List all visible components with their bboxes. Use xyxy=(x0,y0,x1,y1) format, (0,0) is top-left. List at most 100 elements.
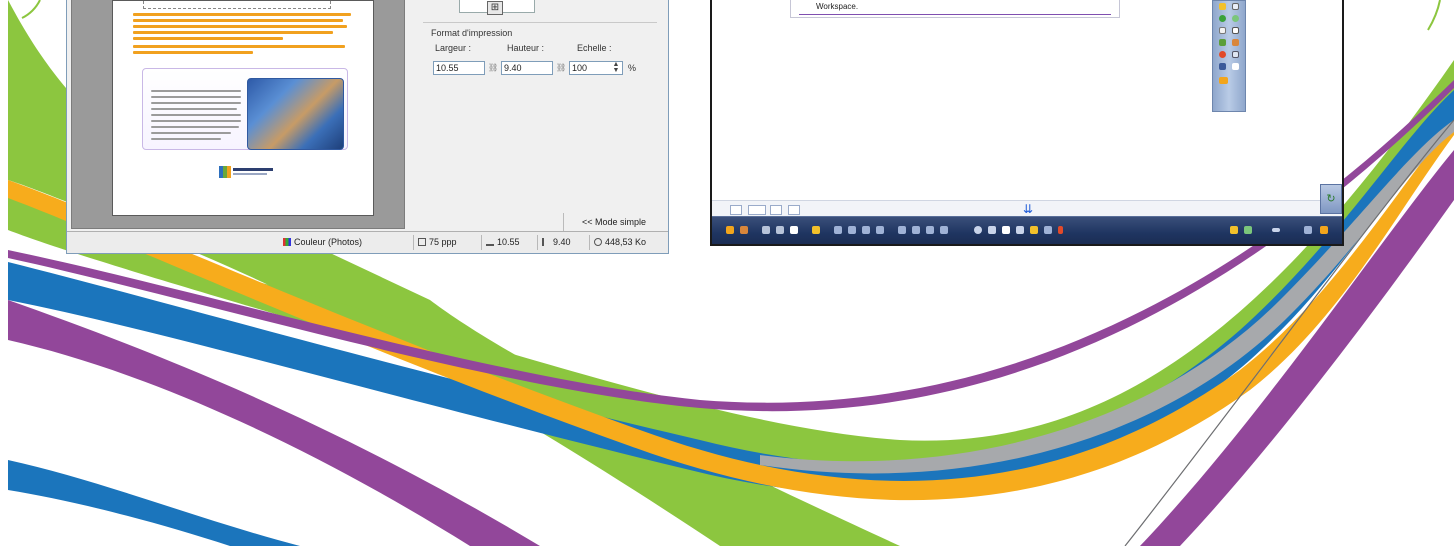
pen-tool-icon[interactable] xyxy=(1219,3,1226,10)
record-tool-icon[interactable] xyxy=(1219,51,1226,58)
toolbar-pen-icon[interactable] xyxy=(812,226,820,234)
toolbar-media-icon[interactable] xyxy=(912,226,920,234)
page-bullet-line xyxy=(151,96,241,98)
toolbar-find-icon[interactable] xyxy=(848,226,856,234)
height-icon xyxy=(542,238,550,246)
scan-preview-area[interactable] xyxy=(71,0,405,229)
green-line-top-left xyxy=(21,0,41,19)
section-divider xyxy=(423,22,657,23)
file-size-status: 448,53 Ko xyxy=(589,235,655,250)
toolbar-open-icon[interactable] xyxy=(740,226,748,234)
page-bullet-line xyxy=(151,108,237,110)
color-tool-icon[interactable] xyxy=(1232,15,1239,22)
main-toolbar xyxy=(712,216,1342,244)
toolbar-page-icon[interactable] xyxy=(790,226,798,234)
scale-label: Echelle : xyxy=(577,43,612,53)
page-header-region xyxy=(143,1,331,9)
highlighter-tool-icon[interactable] xyxy=(1219,77,1228,84)
height-field[interactable]: 9.40 xyxy=(501,61,553,75)
color-palette-icon xyxy=(283,238,291,246)
status-bar: Couleur (Photos) 75 ppp 10.55 9.40 448,5… xyxy=(67,231,668,253)
prev-page-icon[interactable] xyxy=(730,205,742,215)
toolbar-exit-icon[interactable] xyxy=(1320,226,1328,234)
page-bullet-line xyxy=(151,138,221,140)
color-mode-text: Couleur (Photos) xyxy=(294,237,363,247)
toolbar-bars-icon[interactable] xyxy=(1044,226,1052,234)
color-mode-status: Couleur (Photos) xyxy=(279,235,411,250)
text-tool-icon[interactable] xyxy=(1219,63,1226,70)
toolbar-chart-icon[interactable] xyxy=(898,226,906,234)
toolbar-arrow-icon[interactable] xyxy=(1016,226,1024,234)
collapse-arrow-icon[interactable]: ⇊ xyxy=(1022,203,1034,215)
page-thumb-icon[interactable] xyxy=(748,205,766,215)
toolbar-print-icon[interactable] xyxy=(940,226,948,234)
scanned-page-thumbnail xyxy=(112,0,374,216)
link-icon[interactable]: ⛓ xyxy=(488,63,498,72)
page-text-line xyxy=(133,37,283,40)
whiteboard-window: Workspace. ⇊ ↻ xyxy=(710,0,1344,246)
file-size-text: 448,53 Ko xyxy=(605,237,647,247)
settings-panel: ⊞ Format d'impression Largeur : Hauteur … xyxy=(409,0,665,231)
refresh-corner-button[interactable]: ↻ xyxy=(1320,184,1342,214)
toolbar-redo-icon[interactable] xyxy=(1304,226,1312,234)
page-bullet-line xyxy=(151,114,241,116)
brush-tool-icon[interactable] xyxy=(1232,39,1239,46)
print-format-heading: Format d'impression xyxy=(431,28,513,38)
page-bullet-line xyxy=(151,120,241,122)
resolution-text: 75 ppp xyxy=(429,237,457,247)
page-text-line xyxy=(133,31,333,34)
toolbar-flag-icon[interactable] xyxy=(1058,226,1063,234)
brand-logo xyxy=(219,166,273,178)
line-tool-icon[interactable] xyxy=(1232,63,1239,70)
scan-settings-window: ⊞ Format d'impression Largeur : Hauteur … xyxy=(66,0,669,254)
page-bullet-line xyxy=(151,102,241,104)
width-label: Largeur : xyxy=(435,43,472,53)
dpi-icon xyxy=(418,238,426,246)
spinner-arrows-icon[interactable]: ▲ ▼ xyxy=(611,61,621,74)
toolbar-copy-icon[interactable] xyxy=(776,226,784,234)
toolbar-table-icon[interactable] xyxy=(876,226,884,234)
image-tool-icon[interactable] xyxy=(1219,39,1226,46)
page-text-line xyxy=(133,51,253,54)
workspace-label: Workspace. xyxy=(816,2,859,11)
shape-tool-icon[interactable] xyxy=(1219,15,1226,22)
toolbar-cut-icon[interactable] xyxy=(762,226,770,234)
simple-mode-button[interactable]: << Mode simple xyxy=(563,213,664,231)
toolbar-link-icon[interactable] xyxy=(926,226,934,234)
width-icon xyxy=(486,238,494,246)
undo-tool-icon[interactable] xyxy=(1232,51,1239,58)
height-status: 9.40 xyxy=(537,235,589,250)
classroom-photo xyxy=(247,78,344,150)
toolbar-forward-icon[interactable] xyxy=(1244,226,1252,234)
page-text-line xyxy=(133,45,345,48)
width-field[interactable]: 10.55 xyxy=(433,61,485,75)
edit-page-icon[interactable] xyxy=(770,205,782,215)
link-icon[interactable]: ⛓ xyxy=(556,63,566,72)
page-bullet-line xyxy=(151,132,231,134)
toolbar-back-icon[interactable] xyxy=(1230,226,1238,234)
page-text-line xyxy=(133,13,351,16)
select-tool-icon[interactable] xyxy=(1232,3,1239,10)
disk-icon xyxy=(594,238,602,246)
toolbar-zoom-icon[interactable] xyxy=(834,226,842,234)
height-status-text: 9.40 xyxy=(553,237,571,247)
tool-palette xyxy=(1212,0,1246,112)
page-text-line xyxy=(133,19,343,22)
toolbar-color-icon[interactable] xyxy=(1030,226,1038,234)
eraser-tool-icon[interactable] xyxy=(1219,27,1226,34)
toolbar-grid-icon[interactable] xyxy=(862,226,870,234)
scale-unit: % xyxy=(628,63,637,73)
page-bullet-line xyxy=(151,126,239,128)
green-line-top-right xyxy=(1427,0,1441,31)
width-status-text: 10.55 xyxy=(497,237,520,247)
toolbar-menu-icon[interactable] xyxy=(726,226,734,234)
toolbar-rect-icon[interactable] xyxy=(988,226,996,234)
resolution-status: 75 ppp xyxy=(413,235,481,250)
settings-page-icon[interactable] xyxy=(788,205,800,215)
toolbar-square-icon[interactable] xyxy=(1002,226,1010,234)
toolbar-undo-icon[interactable] xyxy=(1272,228,1280,232)
page-bullet-line xyxy=(151,90,241,92)
fit-page-icon[interactable]: ⊞ xyxy=(487,1,503,15)
page-tool-icon[interactable] xyxy=(1232,27,1239,34)
toolbar-circle-icon[interactable] xyxy=(974,226,982,234)
